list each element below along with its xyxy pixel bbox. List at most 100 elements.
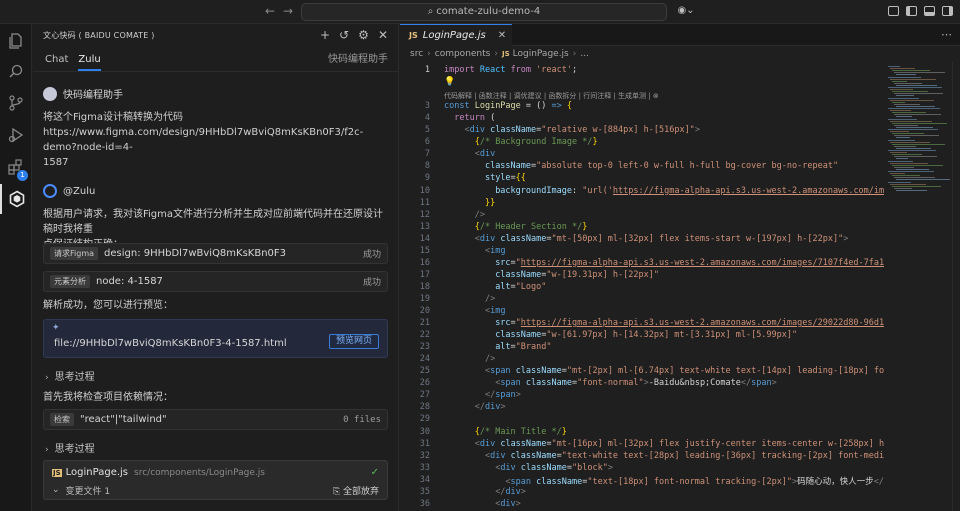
close-icon[interactable]: ✕ <box>498 30 506 41</box>
code-line[interactable]: /> <box>444 354 495 364</box>
tool-call-analysis[interactable]: 元素分析 node: 4-1587 成功 <box>43 271 388 292</box>
tool-call-figma[interactable]: 请求Figma design: 9HHbDl7wBviQ8mKsKBn0F3 成… <box>43 243 388 264</box>
ai-message: @Zulu 根据用户请求，我对该Figma文件进行分析并生成对应前端代码并在还原… <box>43 184 388 252</box>
code-line[interactable]: <img <box>444 246 505 256</box>
user-message-text-3[interactable]: 1587 <box>43 155 388 170</box>
comate-icon[interactable] <box>0 184 32 214</box>
search-icon[interactable] <box>0 57 32 87</box>
code-line[interactable]: {/* Main Title */} <box>444 427 567 437</box>
minimap-line <box>896 189 927 191</box>
breadcrumb-item[interactable]: components <box>435 49 491 59</box>
tool-call-search[interactable]: 检索 "react"|"tailwind" 0 files <box>43 409 388 430</box>
code-line[interactable]: <div className="mt-[16px] ml-[32px] flex… <box>444 439 884 449</box>
breadcrumb-item[interactable]: src <box>410 49 423 59</box>
breadcrumb-item[interactable]: ... <box>580 49 589 59</box>
code-line[interactable]: <span className="text-[18px] font-normal… <box>444 475 884 487</box>
explorer-icon[interactable] <box>0 26 32 56</box>
preview-button[interactable]: 预览网页 <box>328 334 379 349</box>
code-line[interactable]: <div className="mt-[50px] ml-[32px] flex… <box>444 234 849 244</box>
minimap-line <box>892 143 945 145</box>
code-line[interactable]: </div> <box>444 402 506 412</box>
gear-icon[interactable]: ⚙ <box>358 28 369 42</box>
source-control-icon[interactable] <box>0 88 32 118</box>
code-line[interactable]: className="absolute top-0 left-0 w-full … <box>444 161 838 171</box>
file-row[interactable]: JS LoginPage.js src/components/LoginPage… <box>52 465 379 480</box>
code-line[interactable]: className="w-[19.31px] h-[22px]" <box>444 270 659 280</box>
code-line[interactable]: <span className="font-normal">-Baidu&nbs… <box>444 378 777 388</box>
code-line[interactable]: alt="Brand" <box>444 342 551 352</box>
minimap-line <box>894 124 918 126</box>
tab-chat[interactable]: Chat <box>45 54 68 71</box>
code-line[interactable]: /> <box>444 294 495 304</box>
minimap-line <box>888 108 940 109</box>
command-center-search[interactable]: ⌕ comate-zulu-demo-4 <box>301 3 667 21</box>
line-number: 31 <box>419 438 430 449</box>
toggle-panel-icon[interactable] <box>924 6 935 16</box>
toggle-sidebar-icon[interactable] <box>906 6 917 16</box>
code-line[interactable]: src="https://figma-alpha-api.s3.us-west-… <box>444 318 884 328</box>
code-line[interactable]: <div className="text-white text-[28px] l… <box>444 451 884 461</box>
breadcrumb-item[interactable]: LoginPage.js <box>513 49 569 59</box>
code-line[interactable]: <div className="block"> <box>444 463 613 473</box>
code-line[interactable]: style={{ <box>444 173 526 183</box>
code-area[interactable]: 1 import React from 'react'; 💡 代码解释 | 函数注释 … <box>400 62 884 511</box>
plus-icon[interactable]: + <box>320 28 330 42</box>
minimap[interactable] <box>884 62 950 511</box>
layout-toggle-icon[interactable] <box>888 6 899 16</box>
code-line[interactable]: import React from 'react'; <box>444 65 577 75</box>
code-line[interactable]: className="w-[61.97px] h-[14.32px] mt-[3… <box>444 330 797 340</box>
extensions-icon[interactable]: 1 <box>0 152 32 182</box>
code-line[interactable]: src="https://figma-alpha-api.s3.us-west-… <box>444 258 884 268</box>
minimap-line <box>896 168 929 170</box>
code-line[interactable]: {/* Header Section */} <box>444 222 588 232</box>
code-line[interactable]: </span> <box>444 390 521 400</box>
code-line[interactable]: <span className="mt-[2px] ml-[6.74px] te… <box>444 366 884 376</box>
copilot-icon[interactable]: ◉⌄ <box>676 5 696 17</box>
code-line[interactable]: return ( <box>444 113 495 123</box>
tool-status: 成功 <box>362 250 381 260</box>
more-actions-icon[interactable]: ⋯ <box>941 28 952 41</box>
code-line[interactable]: const LoginPage = () => { <box>444 101 572 111</box>
close-icon[interactable]: ✕ <box>378 28 388 42</box>
code-line[interactable]: <div> <box>444 499 521 509</box>
vertical-scrollbar[interactable] <box>952 62 960 511</box>
line-number: 35 <box>419 486 430 497</box>
thinking-toggle-2[interactable]: › 思考过程 <box>45 440 95 455</box>
minimap-line <box>890 89 913 91</box>
code-line[interactable]: </div> <box>444 487 526 497</box>
code-line[interactable]: <img <box>444 306 505 316</box>
minimap-line <box>894 82 922 84</box>
toggle-secondary-sidebar-icon[interactable] <box>942 6 953 16</box>
code-line[interactable]: backgroundImage: "url('https://figma-alp… <box>444 186 884 196</box>
code-line[interactable]: <div className="relative w-[884px] h-[51… <box>444 125 699 135</box>
js-file-icon: JS <box>501 50 510 58</box>
thinking-toggle-1[interactable]: › 思考过程 <box>45 368 95 383</box>
editor-tab-loginpage[interactable]: JS LoginPage.js ✕ <box>400 24 512 46</box>
codelens-actions[interactable]: 代码解释 | 函数注释 | 调优建议 | 函数拆分 | 行间注释 | 生成单测 … <box>444 91 659 101</box>
minimap-line <box>888 129 938 130</box>
chevron-down-icon[interactable]: ⌄ <box>52 485 60 495</box>
code-line[interactable]: /> <box>444 210 485 220</box>
run-debug-icon[interactable] <box>0 120 32 150</box>
arrow-right-icon[interactable]: → <box>283 4 293 18</box>
line-number: 6 <box>424 137 430 148</box>
minimap-line <box>888 76 921 78</box>
history-icon[interactable]: ↺ <box>339 28 349 42</box>
minimap-line <box>896 126 933 128</box>
tab-zulu[interactable]: Zulu <box>78 54 101 71</box>
assistant-label[interactable]: 快码编程助手 <box>328 50 388 65</box>
js-file-icon: JS <box>409 31 418 40</box>
user-message-text-2[interactable]: https://www.figma.com/design/9HHbDl7wBvi… <box>43 125 388 155</box>
lightbulb-icon[interactable]: 💡 <box>444 77 455 87</box>
code-line[interactable]: alt="Logo" <box>444 282 546 292</box>
code-line[interactable]: {/* Background Image */} <box>444 137 598 147</box>
minimap-line <box>892 70 930 72</box>
arrow-left-icon[interactable]: ← <box>265 4 275 18</box>
code-line[interactable]: }} <box>444 198 495 208</box>
tool-chip: 请求Figma <box>50 247 99 260</box>
tool-value: node: 4-1587 <box>96 276 163 287</box>
code-line[interactable]: <div <box>444 149 495 159</box>
discard-all-button[interactable]: ⎘ 全部放弃 <box>333 484 379 497</box>
minimap-line <box>890 68 915 70</box>
line-number: 18 <box>419 281 430 292</box>
